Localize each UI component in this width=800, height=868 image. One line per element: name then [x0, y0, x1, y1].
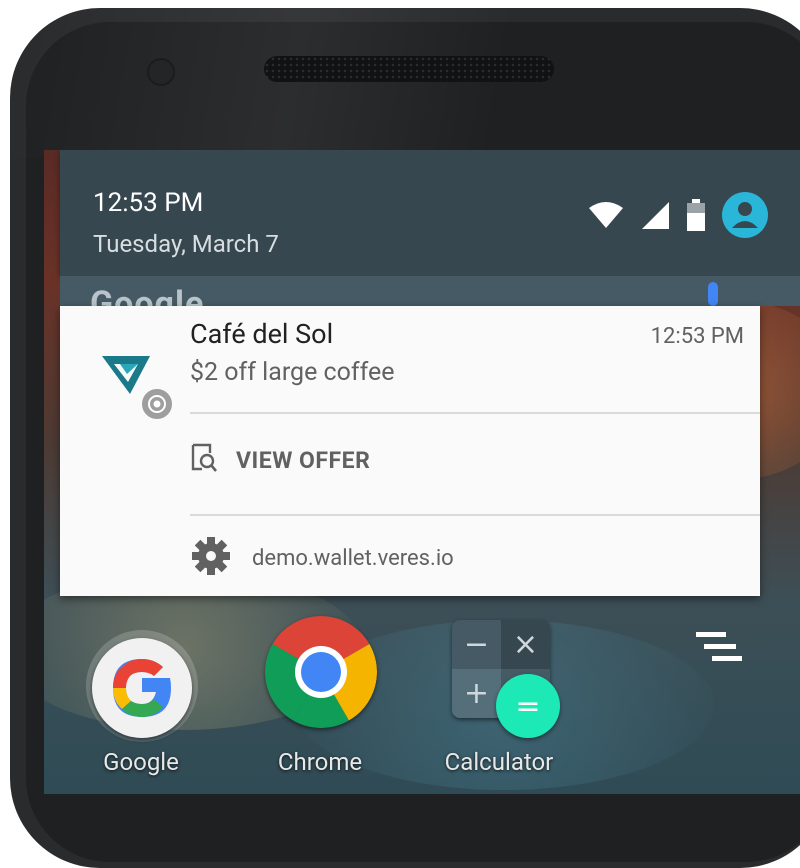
status-date: Tuesday, March 7: [93, 230, 279, 258]
quick-status-panel[interactable]: 12:53 PM Tuesday, March 7: [60, 150, 800, 276]
clear-all-notifications-button[interactable]: [696, 628, 748, 668]
app-label: Google: [103, 748, 179, 776]
divider: [190, 514, 760, 516]
status-icons: [588, 192, 768, 238]
notification-title: Café del Sol: [190, 318, 334, 350]
notification-card[interactable]: Café del Sol 12:53 PM $2 off large coffe…: [60, 306, 760, 596]
gear-icon[interactable]: [190, 535, 232, 581]
account-icon[interactable]: [722, 192, 768, 238]
screen: 12:53 PM Tuesday, March 7 Google Café de…: [44, 150, 800, 794]
cell-signal-icon: [640, 200, 670, 230]
notification-time: 12:53 PM: [650, 324, 744, 349]
front-camera: [147, 58, 175, 86]
battery-icon: [686, 199, 706, 231]
earpiece-speaker: [264, 56, 554, 82]
microphone-icon: [708, 282, 718, 306]
google-search-text: Google: [90, 284, 205, 306]
view-offer-label: VIEW OFFER: [236, 446, 371, 474]
phone-frame: 12:53 PM Tuesday, March 7 Google Café de…: [0, 0, 800, 868]
google-icon: [92, 638, 192, 738]
notification-source-label: demo.wallet.veres.io: [252, 545, 454, 571]
chrome-icon: [265, 616, 377, 728]
search-document-icon: [190, 443, 218, 477]
wifi-icon: [588, 201, 624, 229]
chrome-badge-icon: [140, 387, 174, 421]
google-search-bar[interactable]: Google: [60, 276, 800, 306]
notification-body: $2 off large coffee: [190, 358, 395, 387]
equals-icon: =: [496, 674, 560, 738]
divider: [190, 412, 760, 414]
app-label: Chrome: [277, 748, 363, 776]
view-offer-button[interactable]: VIEW OFFER: [190, 430, 760, 490]
notification-settings-row[interactable]: demo.wallet.veres.io: [190, 532, 760, 584]
status-time: 12:53 PM: [93, 188, 204, 218]
home-apps-row: Google Chrome − × + = Calculator: [44, 610, 800, 794]
app-label: Calculator: [444, 748, 554, 776]
